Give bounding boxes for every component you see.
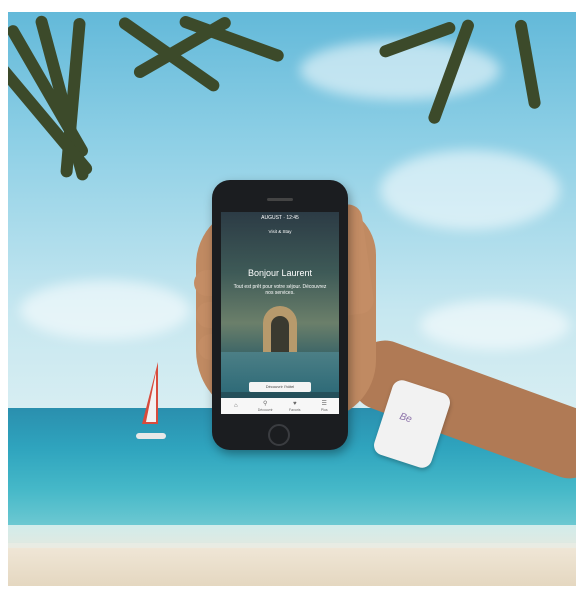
home-icon: ⌂: [233, 402, 238, 409]
tab-discover[interactable]: ⚲ Découvrir: [254, 401, 276, 412]
tab-more[interactable]: ☰ Plus: [313, 401, 335, 412]
heart-icon: ♥: [292, 400, 297, 407]
greeting-subtitle: Tout est prêt pour votre séjour. Découvr…: [233, 284, 327, 296]
cloud: [380, 150, 560, 230]
sailboat-sail: [146, 372, 156, 422]
cloud: [420, 300, 570, 350]
tab-home[interactable]: ⌂: [225, 403, 247, 410]
phone-speaker: [267, 198, 293, 201]
sailboat-hull: [136, 433, 166, 439]
site-title: Visit & Stay: [268, 229, 292, 234]
status-bar: AUGUST · 12:45: [261, 215, 299, 221]
menu-icon: ☰: [321, 400, 327, 407]
phone-home-button: [268, 424, 290, 446]
tab-favorites[interactable]: ♥ Favoris: [284, 401, 306, 412]
beach-photo: Be AUGUST · 12:45 Visit & Stay Bonjour L…: [0, 0, 584, 592]
tab-bar: ⌂ ⚲ Découvrir ♥ Favoris ☰ Plus: [221, 398, 339, 414]
wristband-logo: Be: [398, 411, 414, 426]
search-icon: ⚲: [263, 400, 268, 407]
cloud: [20, 280, 190, 340]
smartphone: AUGUST · 12:45 Visit & Stay Bonjour Laur…: [212, 180, 348, 450]
phone-screen: AUGUST · 12:45 Visit & Stay Bonjour Laur…: [221, 212, 339, 414]
sand: [0, 548, 584, 592]
discover-button[interactable]: Découvrir l'hôtel: [249, 382, 311, 392]
greeting: Bonjour Laurent: [247, 268, 313, 278]
